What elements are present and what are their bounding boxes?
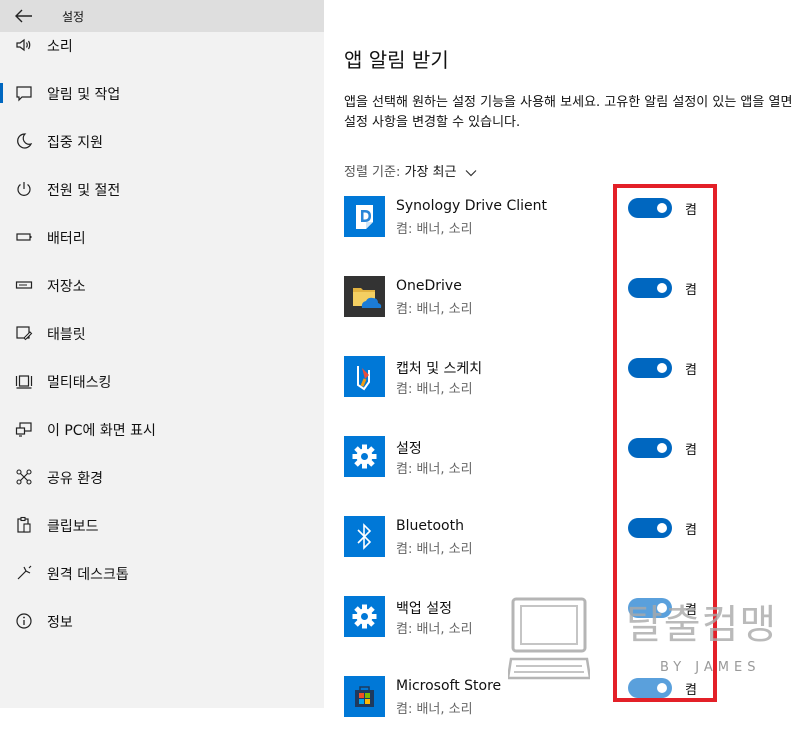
sidebar-item-tablet[interactable]: 태블릿 bbox=[0, 318, 324, 348]
battery-icon bbox=[16, 233, 32, 241]
page-title: 앱 알림 받기 bbox=[344, 48, 449, 72]
info-icon bbox=[16, 613, 32, 629]
sidebar-item-power[interactable]: 전원 및 절전 bbox=[0, 174, 324, 204]
sidebar-item-label: 전원 및 절전 bbox=[47, 183, 121, 199]
share-icon bbox=[16, 469, 32, 485]
moon-icon bbox=[17, 133, 33, 149]
onedrive-icon bbox=[344, 276, 385, 317]
sidebar: 설정 소리 알림 및 작업 집중 지원 전원 및 절전 배터리 저장소 태블릿 … bbox=[0, 0, 324, 708]
highlight-box bbox=[613, 184, 717, 702]
remote-desktop-icon bbox=[17, 565, 32, 580]
active-indicator bbox=[0, 83, 3, 103]
sidebar-item-label: 원격 데스크톱 bbox=[47, 567, 129, 583]
tablet-icon bbox=[16, 326, 33, 341]
app-notification-row[interactable]: 설정 켬: 배너, 소리 켬 bbox=[344, 436, 794, 496]
sidebar-item-sound[interactable]: 소리 bbox=[0, 30, 324, 60]
app-status: 켬: 배너, 소리 bbox=[396, 462, 473, 477]
multitasking-icon bbox=[15, 375, 33, 389]
speaker-icon bbox=[16, 38, 31, 52]
sidebar-item-label: 알림 및 작업 bbox=[47, 87, 121, 103]
sidebar-item-label: 소리 bbox=[47, 39, 73, 55]
page-description: 앱을 선택해 원하는 설정 기능을 사용해 보세요. 고유한 알림 설정이 있는… bbox=[344, 95, 793, 130]
synology-drive-icon bbox=[344, 196, 385, 237]
chevron-down-icon bbox=[465, 169, 477, 176]
sidebar-item-battery[interactable]: 배터리 bbox=[0, 222, 324, 252]
sort-value: 가장 최근 bbox=[404, 165, 457, 180]
app-notification-row[interactable]: OneDrive 켬: 배너, 소리 켬 bbox=[344, 276, 794, 336]
project-icon bbox=[15, 422, 32, 437]
sidebar-item-focus-assist[interactable]: 집중 지원 bbox=[0, 126, 324, 156]
sidebar-item-label: 공유 환경 bbox=[47, 471, 103, 487]
app-name: 백업 설정 bbox=[396, 601, 452, 617]
sidebar-item-label: 배터리 bbox=[47, 231, 86, 247]
sidebar-item-label: 이 PC에 화면 표시 bbox=[47, 423, 156, 439]
power-icon bbox=[17, 182, 31, 196]
app-name: 캡처 및 스케치 bbox=[396, 361, 483, 377]
sort-dropdown[interactable]: 정렬 기준: 가장 최근 bbox=[344, 161, 477, 180]
sidebar-item-label: 저장소 bbox=[47, 279, 86, 295]
main-panel: 앱 알림 받기 앱을 선택해 원하는 설정 기능을 사용해 보세요. 고유한 알… bbox=[324, 0, 800, 717]
app-notification-row[interactable]: 캡처 및 스케치 켬: 배너, 소리 켬 bbox=[344, 356, 794, 416]
app-name: OneDrive bbox=[396, 278, 462, 294]
sidebar-item-label: 태블릿 bbox=[47, 327, 86, 343]
sidebar-item-remote-desktop[interactable]: 원격 데스크톱 bbox=[0, 558, 324, 588]
app-notification-row[interactable]: Synology Drive Client 켬: 배너, 소리 켬 bbox=[344, 196, 794, 256]
sidebar-item-label: 멀티태스킹 bbox=[47, 375, 112, 391]
sidebar-item-clipboard[interactable]: 클립보드 bbox=[0, 510, 324, 540]
app-notification-row[interactable]: 백업 설정 켬: 배너, 소리 켬 bbox=[344, 596, 794, 656]
bluetooth-icon bbox=[344, 516, 385, 557]
app-name: Synology Drive Client bbox=[396, 198, 547, 214]
title-bar: 설정 bbox=[0, 0, 324, 32]
microsoft-store-icon bbox=[344, 676, 385, 717]
back-arrow-icon bbox=[15, 9, 32, 23]
app-status: 켬: 배너, 소리 bbox=[396, 302, 473, 317]
app-status: 켬: 배너, 소리 bbox=[396, 222, 473, 237]
sidebar-item-label: 클립보드 bbox=[47, 519, 99, 535]
app-notification-row[interactable]: Bluetooth 켬: 배너, 소리 켬 bbox=[344, 516, 794, 576]
app-name: Bluetooth bbox=[396, 518, 464, 534]
sidebar-item-label: 집중 지원 bbox=[47, 135, 103, 151]
message-icon bbox=[16, 86, 32, 102]
sort-label: 정렬 기준: bbox=[344, 165, 401, 180]
sidebar-item-label: 정보 bbox=[47, 615, 73, 631]
app-notification-row[interactable]: Microsoft Store 켬: 배너, 소리 켬 bbox=[344, 676, 794, 736]
storage-icon bbox=[15, 281, 33, 289]
app-status: 켬: 배너, 소리 bbox=[396, 622, 473, 637]
gear-icon bbox=[344, 436, 385, 477]
sidebar-item-notifications[interactable]: 알림 및 작업 bbox=[0, 78, 324, 108]
snip-sketch-icon bbox=[344, 356, 385, 397]
clipboard-icon bbox=[17, 516, 31, 533]
sidebar-item-storage[interactable]: 저장소 bbox=[0, 270, 324, 300]
app-name: 설정 bbox=[396, 441, 422, 457]
sidebar-item-share[interactable]: 공유 환경 bbox=[0, 462, 324, 492]
sidebar-item-project[interactable]: 이 PC에 화면 표시 bbox=[0, 414, 324, 444]
sidebar-item-multitasking[interactable]: 멀티태스킹 bbox=[0, 366, 324, 396]
app-name: Microsoft Store bbox=[396, 678, 502, 694]
app-status: 켬: 배너, 소리 bbox=[396, 542, 473, 557]
gear-icon bbox=[344, 596, 385, 637]
window-title: 설정 bbox=[62, 10, 85, 24]
app-status: 켬: 배너, 소리 bbox=[396, 382, 473, 397]
sidebar-item-about[interactable]: 정보 bbox=[0, 606, 324, 636]
back-button[interactable] bbox=[14, 7, 34, 25]
